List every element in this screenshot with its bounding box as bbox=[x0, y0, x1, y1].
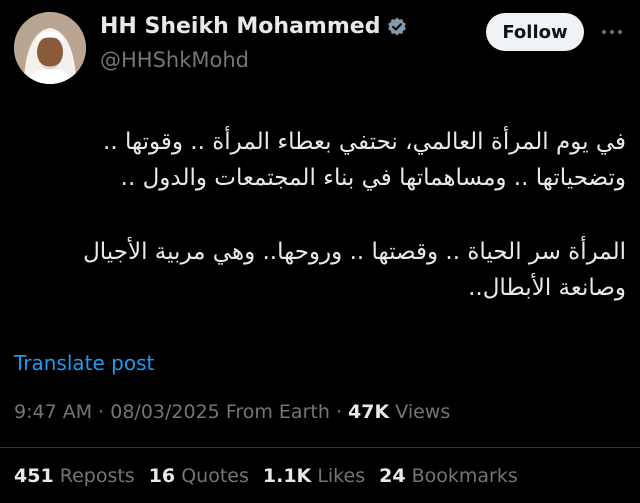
reposts-stat[interactable]: 451 Reposts bbox=[14, 465, 135, 487]
likes-label: Likes bbox=[317, 465, 366, 487]
translate-post-link[interactable]: Translate post bbox=[14, 351, 154, 375]
views-label: Views bbox=[395, 401, 451, 423]
quotes-count: 16 bbox=[148, 465, 176, 487]
divider bbox=[0, 447, 640, 448]
post-text: في يوم المرأة العالمي، نحتفي بعطاء المرأ… bbox=[14, 124, 626, 306]
meta-separator: · bbox=[98, 401, 111, 423]
post-meta: 9:47 AM · 08/03/2025 From Earth · 47K Vi… bbox=[14, 401, 450, 423]
post-stats: 451 Reposts 16 Quotes 1.1K Likes 24 Book… bbox=[14, 465, 518, 487]
meta-separator: · bbox=[335, 401, 349, 423]
more-horizontal-icon[interactable] bbox=[598, 18, 626, 46]
author-handle[interactable]: @HHShkMohd bbox=[100, 48, 249, 72]
views-count: 47K bbox=[348, 401, 390, 423]
avatar-image bbox=[14, 12, 86, 84]
bookmarks-stat[interactable]: 24 Bookmarks bbox=[379, 465, 518, 487]
follow-button[interactable]: Follow bbox=[486, 13, 584, 51]
reposts-label: Reposts bbox=[59, 465, 135, 487]
post-line: المرأة سر الحياة .. وقصتها .. وروحها.. و… bbox=[83, 239, 626, 265]
post-time[interactable]: 9:47 AM bbox=[14, 401, 92, 423]
post-line: وتضحياتها .. ومساهماتها في بناء المجتمعا… bbox=[120, 165, 626, 191]
reposts-count: 451 bbox=[14, 465, 54, 487]
likes-count: 1.1K bbox=[262, 465, 312, 487]
avatar[interactable] bbox=[14, 12, 86, 84]
likes-stat[interactable]: 1.1K Likes bbox=[263, 465, 365, 487]
post-line: في يوم المرأة العالمي، نحتفي بعطاء المرأ… bbox=[103, 129, 626, 155]
author-name-row: HH Sheikh Mohammed bbox=[100, 14, 408, 39]
post-line: وصانعة الأبطال.. bbox=[468, 275, 626, 301]
post-source: From Earth bbox=[225, 401, 330, 423]
bookmarks-label: Bookmarks bbox=[411, 465, 518, 487]
bookmarks-count: 24 bbox=[379, 465, 406, 487]
quotes-stat[interactable]: 16 Quotes bbox=[149, 465, 249, 487]
author-display-name[interactable]: HH Sheikh Mohammed bbox=[100, 14, 380, 39]
verified-badge-icon[interactable] bbox=[386, 16, 408, 38]
quotes-label: Quotes bbox=[181, 465, 249, 487]
post-date[interactable]: 08/03/2025 bbox=[110, 401, 220, 423]
